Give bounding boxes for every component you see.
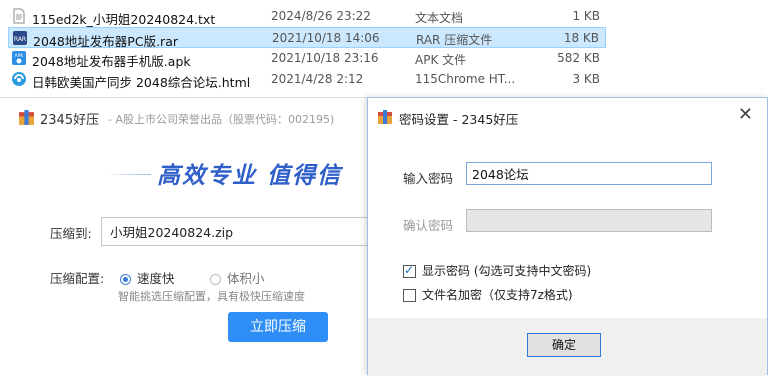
apk-file-icon: APK — [12, 51, 26, 65]
app-name: 2345好压 — [40, 113, 100, 128]
svg-text:RAR: RAR — [14, 36, 26, 43]
encrypt-filenames-checkbox[interactable]: 文件名加密（仅支持7z格式) — [403, 286, 573, 303]
radio-label: 体积小 — [227, 271, 265, 286]
file-size: 18 KB — [563, 31, 599, 45]
file-row[interactable]: APK 2048地址发布器手机版.apk 2021/10/18 23:16 AP… — [8, 48, 606, 69]
checkbox-label: 显示密码 (勾选可支持中文密码) — [422, 264, 592, 278]
file-date: 2021/10/18 23:16 — [271, 51, 379, 65]
compress-now-button[interactable]: 立即压缩 — [228, 312, 328, 342]
show-password-checkbox[interactable]: 显示密码 (勾选可支持中文密码) — [403, 262, 591, 279]
dialog-title: 密码设置 - 2345好压 — [399, 112, 519, 127]
file-date: 2021/10/18 14:06 — [272, 31, 380, 45]
file-name: 115ed2k_小玥姐20240824.txt — [32, 12, 216, 27]
password-dialog: 密码设置 - 2345好压 ✕ 输入密码 确认密码 显示密码 (勾选可支持中文密… — [367, 97, 768, 375]
file-type: 文本文档 — [415, 11, 464, 25]
file-type: APK 文件 — [415, 53, 467, 67]
file-row[interactable]: 日韩欧美国产同步 2048综合论坛.html 2021/4/28 2:12 11… — [8, 69, 606, 90]
file-size: 3 KB — [572, 72, 600, 86]
radio-speed-fast[interactable]: 速度快 — [120, 268, 175, 287]
radio-dot — [210, 274, 221, 285]
checkbox-box — [403, 289, 416, 302]
password-label: 输入密码 — [403, 171, 454, 186]
file-list: 115ed2k_小玥姐20240824.txt 2024/8/26 23:22 … — [0, 0, 606, 92]
file-name: 2048地址发布器手机版.apk — [32, 54, 191, 69]
file-type: RAR 压缩文件 — [416, 33, 493, 47]
file-date: 2021/4/28 2:12 — [271, 72, 364, 86]
file-size: 1 KB — [572, 9, 600, 23]
haozip-logo-icon — [378, 110, 392, 124]
confirm-password-label: 确认密码 — [403, 218, 454, 233]
text-file-icon — [13, 8, 25, 24]
checkbox-box — [403, 263, 416, 278]
file-type: 115Chrome HT... — [415, 72, 516, 86]
html-file-icon — [12, 72, 26, 86]
file-name: 日韩欧美国产同步 2048综合论坛.html — [32, 75, 251, 90]
haozip-logo-icon — [19, 110, 34, 125]
slogan-banner: 高效专业 值得信 — [105, 156, 368, 192]
rar-file-icon: RAR — [13, 31, 27, 45]
ok-button[interactable]: 确定 — [527, 333, 601, 357]
file-row[interactable]: 115ed2k_小玥姐20240824.txt 2024/8/26 23:22 … — [8, 6, 606, 27]
dialog-title-bar: 密码设置 - 2345好压 ✕ — [368, 98, 767, 136]
svg-text:APK: APK — [15, 53, 25, 59]
confirm-password-input[interactable] — [466, 209, 712, 232]
config-label: 压缩配置: — [50, 271, 105, 286]
file-date: 2024/8/26 23:22 — [271, 9, 371, 23]
slogan-divider — [105, 174, 151, 175]
file-size: 582 KB — [557, 51, 600, 65]
radio-size-small[interactable]: 体积小 — [210, 268, 265, 287]
password-input[interactable] — [466, 162, 712, 185]
app-subtitle: - A股上市公司荣誉出品（股票代码：002195) — [108, 113, 335, 126]
title-bar: 2345好压 - A股上市公司荣誉出品（股票代码：002195) — [0, 98, 368, 136]
slogan-text: 高效专业 值得信 — [157, 163, 343, 189]
config-hint: 智能挑选压缩配置，具有极快压缩速度 — [118, 290, 305, 303]
close-icon[interactable]: ✕ — [738, 105, 753, 125]
compress-window: 2345好压 - A股上市公司荣誉出品（股票代码：002195) 高效专业 值得… — [0, 97, 369, 376]
radio-dot — [120, 274, 131, 285]
output-path-input[interactable] — [101, 217, 369, 246]
checkbox-label: 文件名加密（仅支持7z格式) — [422, 288, 573, 302]
file-row[interactable]: RAR 2048地址发布器PC版.rar 2021/10/18 14:06 RA… — [8, 27, 606, 49]
dialog-footer: 确定 — [368, 318, 767, 375]
output-path-label: 压缩到: — [50, 226, 92, 241]
radio-label: 速度快 — [137, 271, 175, 286]
